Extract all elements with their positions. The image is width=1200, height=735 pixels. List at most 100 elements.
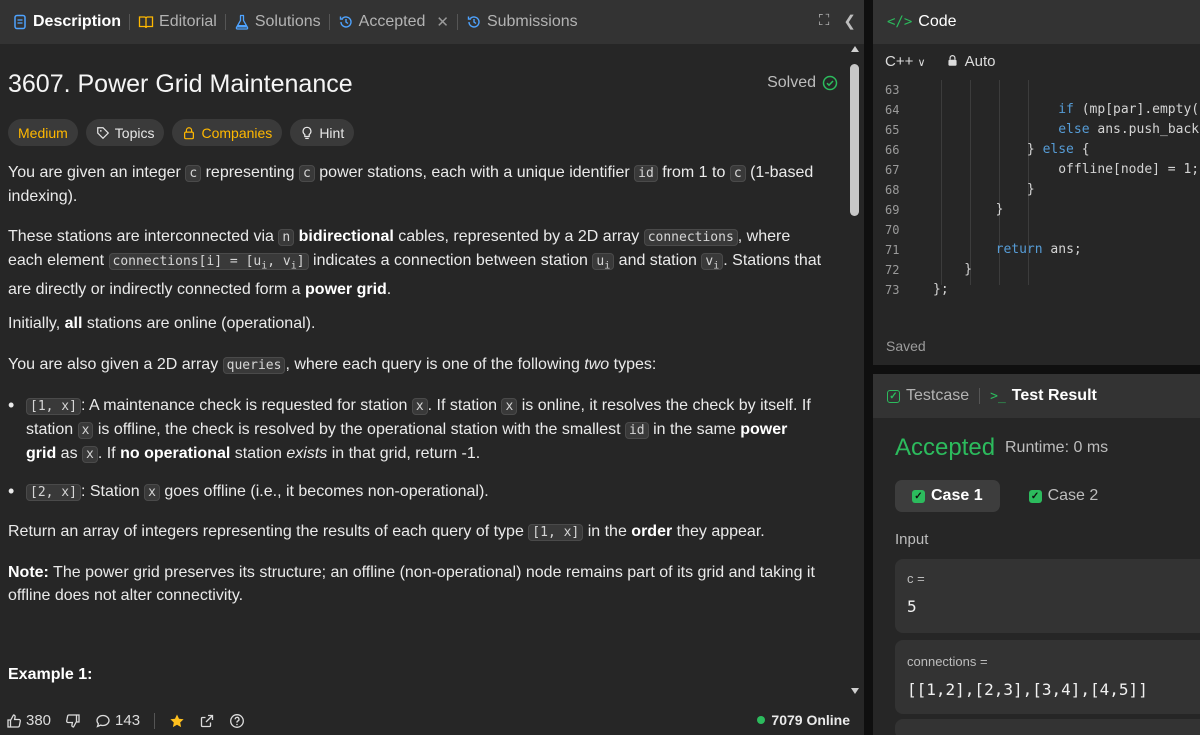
code-toolbar: C++ ∨ Auto [873,48,995,74]
code-line[interactable]: 69 } [873,200,1200,220]
scroll-down-arrow-icon[interactable] [851,688,859,694]
scroll-up-arrow-icon[interactable] [851,46,859,52]
inline-code: connections [643,229,738,246]
text: in that grid, return -1. [327,445,481,462]
code-line[interactable]: 68 } [873,180,1200,200]
comments-button[interactable]: 143 [95,712,140,729]
code-text: } [933,182,1035,197]
thumbs-up-icon [7,713,21,728]
tab-divider [129,14,131,30]
bold-text: Note: [8,564,49,581]
tab-accepted[interactable]: Accepted ✕ [332,0,455,44]
paragraph-initially: Initially, all stations are online (oper… [8,312,828,335]
description-panel: Description Editorial Solutions Accepted… [0,0,864,735]
bold-text: no operational [120,445,231,462]
text: in the same [648,421,741,438]
runtime-label: Runtime: 0 ms [1005,439,1109,456]
like-count: 380 [26,712,52,729]
text: You are also given a 2D array [8,356,223,373]
text: stations are online (operational). [82,315,316,332]
italic-text: exists [286,445,328,462]
tab-submissions[interactable]: Submissions [460,0,584,44]
solved-status: Solved [767,74,838,92]
input-name: c = [907,571,925,586]
result-tab-bar: ✓ Testcase >_ Test Result [873,374,1200,418]
subscript: i [713,260,720,272]
code-text: else ans.push_back [1058,122,1200,137]
solved-label: Solved [767,74,816,91]
text: and station [614,252,702,269]
hint-button[interactable]: Hint [290,119,355,146]
maximize-icon[interactable]: ⛶ [819,12,830,30]
input-box-c: c = 5 [895,559,1200,633]
text: is offline, the check is resolved by the… [93,421,625,438]
case-tab[interactable]: ✓ Case 1 [895,480,1000,512]
topics-button[interactable]: Topics [85,119,165,146]
line-number: 64 [885,103,900,117]
tab-description[interactable]: Description [6,0,127,44]
text: : Station [80,483,145,500]
favorite-button[interactable] [169,713,185,729]
document-icon [14,14,26,30]
description-footer: 380 143 7079 Online [0,706,864,735]
line-number: 67 [885,163,900,177]
tab-divider [224,14,226,30]
text: , where each query is one of the followi… [285,356,585,373]
language-select[interactable]: C++ ∨ [885,53,926,70]
code-line[interactable]: 67 offline[node] = 1; [873,160,1200,180]
code-line[interactable]: 64 if (mp[par].empty( [873,100,1200,120]
tab-test-result[interactable]: Test Result [1012,387,1097,405]
flask-icon [235,14,249,30]
terminal-icon: >_ [990,388,1006,404]
chevron-left-icon[interactable]: ❮ [843,12,856,30]
tab-editorial-label: Editorial [159,13,217,30]
code-line[interactable]: 70 [873,220,1200,240]
tag-icon [96,126,109,139]
bullet-dot: • [8,395,15,415]
close-icon[interactable]: ✕ [436,13,449,31]
question-circle-icon [230,713,245,728]
code-text: } [933,202,1004,217]
code-editor[interactable]: 63 64 if (mp[par].empty(65 else ans.push_… [873,80,1200,300]
keyword: if [1058,102,1074,117]
companies-label: Companies [201,124,273,141]
history-icon [467,16,480,28]
example-heading: Example 1: [8,666,93,683]
text: You are given an integer [8,164,186,181]
case-tab[interactable]: ✓ Case 2 [1012,480,1116,512]
input-box-connections: connections = [[1,2],[2,3],[3,4],[4,5]] [895,640,1200,714]
code-line[interactable]: 71 return ans; [873,240,1200,260]
bold-text: all [64,315,83,332]
inline-code: id [634,165,658,182]
inline-code: ui [592,253,615,272]
tab-solutions[interactable]: Solutions [228,0,327,44]
problem-description: 3607. Power Grid Maintenance Solved Medi… [8,44,838,700]
scrollbar-thumb[interactable] [850,64,859,216]
code-text: } else { [933,142,1090,157]
text: . [386,280,392,298]
subscript: i [604,260,611,272]
tab-divider [456,14,458,30]
like-button[interactable]: 380 [6,712,51,729]
tab-testcase[interactable]: Testcase [906,387,969,405]
mode-label[interactable]: Auto [965,53,996,70]
online-count-label: 7079 Online [771,712,850,728]
code-line[interactable]: 66 } else { [873,140,1200,160]
star-icon [170,714,184,727]
tab-editorial[interactable]: Editorial [132,0,223,44]
inline-code: x [82,446,98,463]
share-button[interactable] [199,713,215,729]
code-line[interactable]: 63 [873,80,1200,100]
code-line[interactable]: 65 else ans.push_back [873,120,1200,140]
case-label: Case 2 [1047,487,1099,504]
left-tab-bar: Description Editorial Solutions Accepted… [0,0,864,44]
inline-code: x [411,398,428,415]
help-button[interactable] [229,713,245,729]
line-number: 68 [885,183,900,197]
text: types: [609,356,657,373]
code-line[interactable]: 72 } [873,260,1200,280]
companies-button[interactable]: Companies [172,119,283,146]
code-line[interactable]: 73}; [873,280,1200,300]
keyword: return [995,242,1043,257]
dislike-button[interactable] [65,713,81,729]
